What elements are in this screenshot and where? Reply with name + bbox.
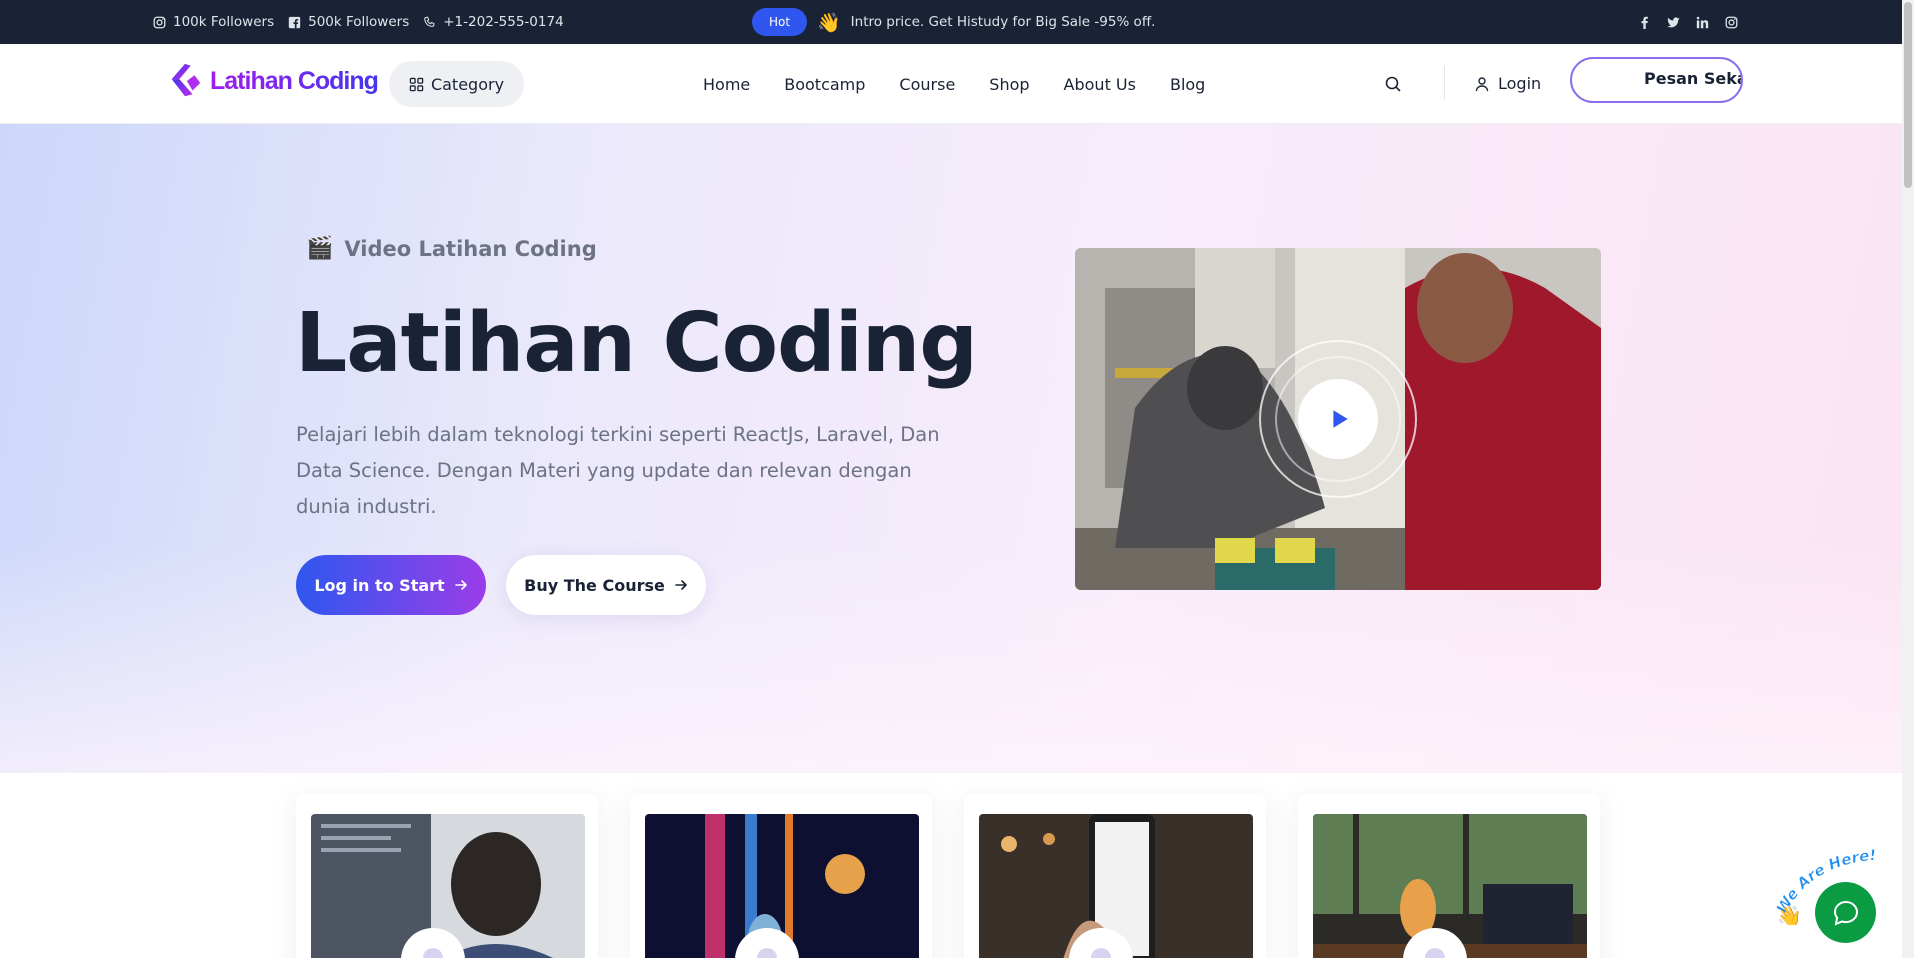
hot-badge: Hot — [752, 8, 807, 36]
phone-number: +1-202-555-0174 — [443, 14, 564, 30]
login-link[interactable]: Login — [1474, 74, 1541, 93]
hero-video[interactable] — [1075, 248, 1601, 590]
linkedin-icon[interactable] — [1696, 16, 1709, 29]
phone-icon — [424, 16, 435, 27]
arrow-right-icon — [454, 580, 467, 590]
chat-button[interactable] — [1815, 882, 1876, 943]
order-now-label: Pesan Sekarang — [1644, 69, 1741, 88]
facebook-followers[interactable]: 500k Followers — [288, 14, 409, 30]
topbar-stats: 100k Followers 500k Followers +1-202-555… — [153, 0, 564, 44]
nav-about-us[interactable]: About Us — [1064, 75, 1136, 94]
wave-emoji: 👋 — [817, 11, 841, 34]
nav-home[interactable]: Home — [703, 75, 750, 94]
site-logo[interactable]: Latihan Coding — [166, 62, 379, 100]
instagram-followers[interactable]: 100k Followers — [153, 14, 274, 30]
logo-mark-icon — [171, 63, 201, 97]
hero-subtitle: 🎬 Video Latihan Coding — [306, 236, 597, 261]
facebook-icon — [288, 16, 301, 28]
category-button[interactable]: Category — [389, 61, 524, 107]
buy-course-button[interactable]: Buy The Course — [506, 555, 706, 615]
hero-description: Pelajari lebih dalam teknologi terkini s… — [296, 423, 940, 518]
play-icon — [1333, 410, 1348, 428]
buy-course-label: Buy The Course — [524, 575, 665, 595]
course-cards-section — [0, 773, 1902, 958]
top-bar: 100k Followers 500k Followers +1-202-555… — [0, 0, 1902, 44]
logo-text: Latihan Coding — [210, 66, 379, 95]
play-button[interactable] — [1298, 379, 1378, 459]
scrollbar-thumb[interactable] — [1904, 2, 1912, 188]
login-to-start-button[interactable]: Log in to Start — [296, 555, 486, 615]
instagram-icon — [153, 16, 166, 28]
hand-icon: 👋 — [1777, 904, 1802, 925]
user-icon — [1475, 76, 1489, 91]
course-card[interactable] — [1298, 794, 1600, 958]
instagram-icon[interactable] — [1725, 16, 1738, 29]
main-nav: Home Bootcamp Course Shop About Us Blog — [703, 44, 1205, 124]
page-scrollbar[interactable] — [1902, 0, 1914, 958]
course-card[interactable] — [964, 794, 1266, 958]
phone-contact[interactable]: +1-202-555-0174 — [423, 14, 564, 30]
nav-bootcamp[interactable]: Bootcamp — [784, 75, 865, 94]
hero-section: 🎬 Video Latihan Coding Latihan Coding Pe… — [0, 124, 1902, 773]
clapperboard-icon: 🎬 — [306, 236, 334, 261]
chat-bubble-icon — [1833, 900, 1858, 926]
nav-blog[interactable]: Blog — [1170, 75, 1205, 94]
promo-text: Intro price. Get Histudy for Big Sale -9… — [850, 14, 1156, 30]
category-label: Category — [430, 74, 505, 94]
social-links — [1638, 0, 1738, 44]
search-icon[interactable] — [1383, 74, 1403, 94]
nav-course[interactable]: Course — [899, 75, 955, 94]
hero-subtitle-text: Video Latihan Coding — [344, 236, 597, 261]
twitter-icon[interactable] — [1667, 16, 1680, 29]
facebook-icon[interactable] — [1638, 16, 1651, 29]
instagram-followers-label: 100k Followers — [173, 14, 275, 30]
nav-shop[interactable]: Shop — [989, 75, 1029, 94]
header-divider — [1444, 66, 1445, 100]
course-card[interactable] — [630, 794, 932, 958]
hero-title: Latihan Coding — [295, 296, 978, 391]
login-label: Login — [1498, 74, 1542, 93]
course-card[interactable] — [296, 794, 598, 958]
arrow-right-icon — [675, 580, 687, 590]
facebook-followers-label: 500k Followers — [308, 14, 410, 30]
hero-fade — [0, 543, 1902, 773]
promo-bar: Hot 👋 Intro price. Get Histudy for Big S… — [752, 0, 1155, 44]
order-now-button[interactable]: Pesan Sekarang — [1570, 57, 1743, 103]
grid-icon — [409, 77, 424, 91]
main-header: Latihan Coding Category Home Bootcamp Co… — [0, 44, 1902, 124]
login-to-start-label: Log in to Start — [314, 575, 445, 595]
